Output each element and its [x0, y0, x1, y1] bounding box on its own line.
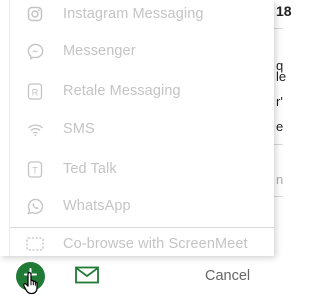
- background-text-fragment: r': [276, 94, 283, 109]
- svg-text:R: R: [32, 87, 39, 97]
- channel-menu: Instagram Messaging Messenger R Retale M…: [0, 0, 274, 256]
- svg-text:T: T: [32, 165, 38, 175]
- menu-item-cobrowse[interactable]: Co-browse with ScreenMeet: [26, 228, 272, 256]
- whatsapp-icon: [26, 197, 44, 215]
- menu-item-label: WhatsApp: [63, 198, 131, 214]
- menu-item-retale[interactable]: R Retale Messaging: [26, 75, 272, 107]
- background-divider: [274, 28, 283, 29]
- background-divider: [274, 196, 283, 197]
- background-text-fragment: le: [276, 69, 287, 84]
- background-divider: [274, 144, 283, 145]
- menu-item-label: Messenger: [63, 43, 136, 59]
- retale-icon: R: [26, 82, 44, 100]
- background-text-fragment: n: [276, 172, 284, 187]
- menu-item-whatsapp[interactable]: WhatsApp: [26, 190, 272, 222]
- background-text-fragment: 18: [276, 3, 292, 19]
- hand-cursor-icon: [22, 272, 40, 295]
- menu-item-label: SMS: [63, 121, 95, 137]
- menu-item-messenger[interactable]: Messenger: [26, 35, 272, 67]
- menu-item-label: Instagram Messaging: [63, 6, 204, 22]
- messenger-icon: [26, 42, 44, 60]
- background-text-fragment: e: [276, 119, 284, 134]
- ted-talk-icon: T: [26, 160, 44, 178]
- screenmeet-icon: [26, 235, 44, 253]
- email-button[interactable]: [75, 266, 99, 286]
- menu-item-sms[interactable]: SMS: [26, 113, 272, 145]
- menu-item-label: Co-browse with ScreenMeet: [63, 236, 248, 252]
- menu-edge: [9, 0, 10, 256]
- sms-icon: [26, 120, 44, 138]
- menu-item-instagram[interactable]: Instagram Messaging: [26, 0, 272, 30]
- cancel-button[interactable]: Cancel: [205, 268, 250, 284]
- menu-item-label: Retale Messaging: [63, 83, 181, 99]
- menu-item-label: Ted Talk: [63, 161, 117, 177]
- menu-item-ted-talk[interactable]: T Ted Talk: [26, 153, 272, 185]
- instagram-icon: [26, 5, 44, 23]
- mail-icon: [75, 266, 99, 288]
